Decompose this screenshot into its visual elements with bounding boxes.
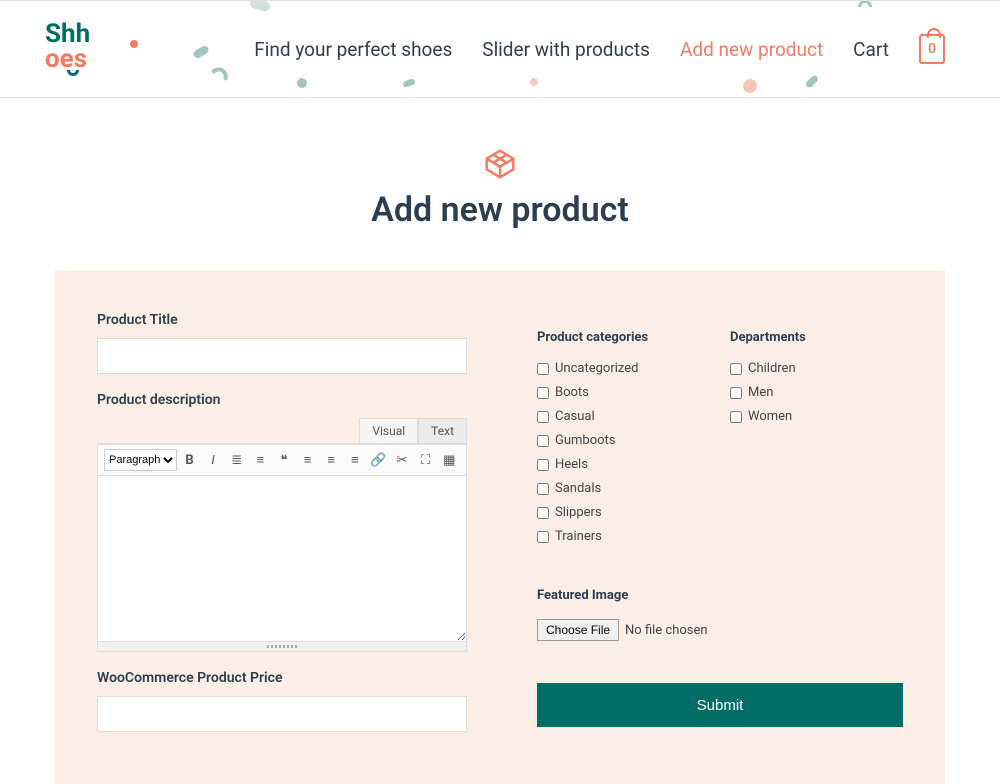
bullet-list-icon[interactable]: ≣ bbox=[226, 449, 248, 471]
category-label: Boots bbox=[555, 385, 589, 400]
departments-section: Departments Children Men Women bbox=[730, 312, 903, 544]
category-checkbox[interactable] bbox=[537, 363, 549, 375]
box-icon bbox=[484, 148, 516, 184]
product-categories-section: Product categories Uncategorized Boots Cas… bbox=[537, 312, 710, 544]
submit-button[interactable]: Submit bbox=[537, 683, 903, 727]
page-title: Add new product bbox=[0, 190, 1000, 230]
category-label: Slippers bbox=[555, 505, 602, 520]
category-item[interactable]: Casual bbox=[537, 409, 710, 424]
product-description-input[interactable] bbox=[98, 476, 466, 641]
align-center-icon[interactable]: ≡ bbox=[320, 449, 342, 471]
bold-icon[interactable]: B bbox=[179, 449, 201, 471]
nav-slider[interactable]: Slider with products bbox=[482, 38, 650, 61]
site-header: Shh oes Find your perfect shoes Slider w… bbox=[0, 0, 1000, 98]
category-label: Casual bbox=[555, 409, 595, 424]
shopping-bag-icon: 0 bbox=[919, 34, 945, 64]
product-title-label: Product Title bbox=[97, 312, 467, 328]
featured-image-section: Featured Image Choose File No file chose… bbox=[537, 570, 903, 641]
link-icon[interactable]: 🔗 bbox=[368, 449, 390, 471]
align-right-icon[interactable]: ≡ bbox=[344, 449, 366, 471]
product-price-label: WooCommerce Product Price bbox=[97, 670, 467, 686]
cart-button[interactable]: 0 bbox=[919, 34, 945, 64]
category-checkbox[interactable] bbox=[537, 435, 549, 447]
editor-resize-handle[interactable] bbox=[98, 641, 466, 651]
numbered-list-icon[interactable]: ≡ bbox=[250, 449, 272, 471]
category-item[interactable]: Sandals bbox=[537, 481, 710, 496]
department-item[interactable]: Women bbox=[730, 409, 903, 424]
main-nav: Find your perfect shoes Slider with prod… bbox=[254, 34, 945, 64]
page-hero: Add new product bbox=[0, 98, 1000, 270]
file-status-text: No file chosen bbox=[625, 623, 708, 638]
category-checkbox[interactable] bbox=[537, 411, 549, 423]
logo-line2: oes bbox=[45, 47, 90, 72]
categories-title: Product categories bbox=[537, 330, 710, 345]
department-checkbox[interactable] bbox=[730, 387, 742, 399]
logo-smile-icon bbox=[67, 70, 79, 76]
department-item[interactable]: Men bbox=[730, 385, 903, 400]
category-checkbox[interactable] bbox=[537, 531, 549, 543]
category-checkbox[interactable] bbox=[537, 483, 549, 495]
department-label: Women bbox=[748, 409, 792, 424]
editor-toolbar: Paragraph B I ≣ ≡ ❝ ≡ ≡ ≡ 🔗 ✂ ⛶ ▦ bbox=[98, 444, 466, 476]
category-item[interactable]: Slippers bbox=[537, 505, 710, 520]
department-label: Men bbox=[748, 385, 773, 400]
category-label: Uncategorized bbox=[555, 361, 638, 376]
editor-tab-visual[interactable]: Visual bbox=[359, 418, 418, 443]
unlink-icon[interactable]: ✂ bbox=[391, 449, 413, 471]
category-checkbox[interactable] bbox=[537, 459, 549, 471]
category-checkbox[interactable] bbox=[537, 387, 549, 399]
toolbar-toggle-icon[interactable]: ▦ bbox=[438, 449, 460, 471]
product-price-input[interactable] bbox=[97, 696, 467, 732]
italic-icon[interactable]: I bbox=[202, 449, 224, 471]
nav-find-shoes[interactable]: Find your perfect shoes bbox=[254, 38, 452, 61]
department-item[interactable]: Children bbox=[730, 361, 903, 376]
category-checkbox[interactable] bbox=[537, 507, 549, 519]
category-label: Heels bbox=[555, 457, 588, 472]
category-label: Sandals bbox=[555, 481, 601, 496]
nav-add-product[interactable]: Add new product bbox=[680, 38, 823, 61]
product-description-label: Product description bbox=[97, 392, 467, 408]
departments-title: Departments bbox=[730, 330, 903, 345]
site-logo[interactable]: Shh oes bbox=[45, 22, 90, 75]
department-label: Children bbox=[748, 361, 796, 376]
nav-cart[interactable]: Cart bbox=[853, 38, 889, 61]
category-item[interactable]: Trainers bbox=[537, 529, 710, 544]
category-item[interactable]: Gumboots bbox=[537, 433, 710, 448]
product-title-input[interactable] bbox=[97, 338, 467, 374]
fullscreen-icon[interactable]: ⛶ bbox=[415, 449, 437, 471]
format-select[interactable]: Paragraph bbox=[104, 449, 177, 471]
add-product-form: Product Title Product description Visual… bbox=[55, 270, 945, 784]
department-checkbox[interactable] bbox=[730, 363, 742, 375]
department-checkbox[interactable] bbox=[730, 411, 742, 423]
rich-text-editor: Visual Text Paragraph B I ≣ ≡ ❝ ≡ ≡ bbox=[97, 418, 467, 652]
category-label: Gumboots bbox=[555, 433, 616, 448]
category-item[interactable]: Boots bbox=[537, 385, 710, 400]
category-item[interactable]: Heels bbox=[537, 457, 710, 472]
category-item[interactable]: Uncategorized bbox=[537, 361, 710, 376]
cart-count: 0 bbox=[928, 41, 936, 57]
category-label: Trainers bbox=[555, 529, 602, 544]
editor-tab-text[interactable]: Text bbox=[418, 418, 467, 443]
align-left-icon[interactable]: ≡ bbox=[297, 449, 319, 471]
blockquote-icon[interactable]: ❝ bbox=[273, 449, 295, 471]
featured-image-title: Featured Image bbox=[537, 588, 903, 603]
choose-file-button[interactable]: Choose File bbox=[537, 619, 619, 641]
